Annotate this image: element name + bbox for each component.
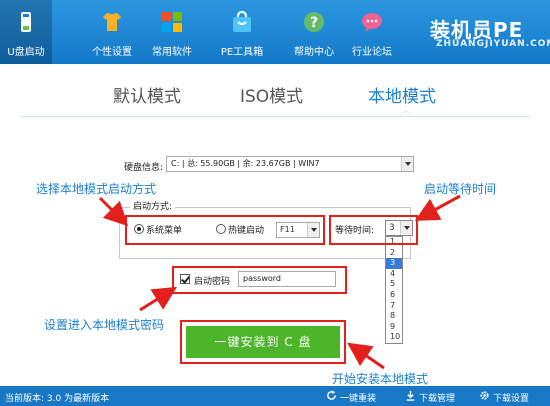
tab-iso-mode[interactable]: ISO模式 (240, 82, 303, 107)
disk-info-select[interactable]: C: | 总: 55.90GB | 余: 23.67GB | WIN7 (166, 156, 414, 172)
gear-icon (480, 391, 489, 400)
arrow-set-password (139, 286, 178, 312)
arrow-wait-time (414, 194, 461, 221)
highlight-boot-options (125, 215, 325, 245)
wait-option[interactable]: 6 (386, 290, 402, 301)
boot-mode-title: 启动方式: (130, 199, 176, 212)
highlight-install-button (180, 320, 346, 364)
mode-divider (20, 116, 530, 117)
tab-pe-toolbox[interactable]: PE工具箱 (216, 0, 268, 64)
windows-tiles-icon (162, 12, 182, 32)
tab-help-center[interactable]: ? 帮助中心 (288, 0, 340, 64)
usb-icon (21, 12, 31, 32)
tab-local-mode[interactable]: 本地模式 (368, 82, 436, 107)
wait-option[interactable]: 8 (386, 311, 402, 322)
wait-option[interactable]: 2 (386, 248, 402, 259)
status-bar: 当前版本: 3.0 为最新版本 一键重装 下载管理 下载设置 (0, 386, 550, 406)
arrow-start-install (347, 342, 385, 370)
highlight-wait-time (329, 215, 418, 245)
download-settings-link[interactable]: 下载设置 (493, 391, 529, 404)
shopping-bag-icon (233, 10, 251, 32)
wait-option[interactable]: 9 (386, 322, 402, 333)
tab-personal-settings[interactable]: 个性设置 (86, 0, 138, 64)
top-nav-bar: U盘启动 个性设置 常用软件 PE工具箱 ? 帮助中心 行业论坛 装机员PE Z… (0, 0, 550, 64)
annotation-set-password: 设置进入本地模式密码 (44, 318, 165, 332)
download-icon (406, 390, 415, 401)
annotation-choose-mode: 选择本地模式启动方式 (36, 182, 157, 196)
wait-time-dropdown: 1 2 3 4 5 6 7 8 9 10 (385, 236, 403, 344)
tab-forum[interactable]: 行业论坛 (346, 0, 398, 64)
svg-text:?: ? (310, 15, 318, 31)
download-manager-link[interactable]: 下载管理 (419, 391, 455, 404)
help-icon: ? (304, 12, 324, 32)
disk-info-label: 硬盘信息: (124, 163, 164, 173)
annotation-wait-time: 启动等待时间 (424, 182, 497, 196)
wait-option-selected[interactable]: 3 (386, 258, 402, 269)
version-status: 当前版本: 3.0 为最新版本 (5, 394, 110, 404)
tab-common-software[interactable]: 常用软件 (146, 0, 198, 64)
chat-icon (362, 13, 382, 32)
shirt-icon (103, 13, 121, 31)
tab-default-mode[interactable]: 默认模式 (113, 82, 181, 107)
wait-option[interactable]: 7 (386, 301, 402, 312)
annotation-start-install: 开始安装本地模式 (332, 372, 429, 386)
disk-info-value: C: | 总: 55.90GB | 余: 23.67GB | WIN7 (171, 159, 320, 168)
brand-url: ZHUANGJIYUAN.COM (436, 39, 550, 49)
tab-label: 行业论坛 (352, 47, 392, 58)
chevron-down-icon[interactable] (401, 157, 413, 171)
tab-label: 常用软件 (152, 47, 192, 58)
tab-label: PE工具箱 (220, 47, 264, 58)
tab-label: U盘启动 (7, 47, 45, 58)
wait-option[interactable]: 5 (386, 279, 402, 290)
wait-option[interactable]: 10 (386, 332, 402, 343)
tab-label: 个性设置 (92, 47, 132, 58)
tab-usb-boot[interactable]: U盘启动 (0, 0, 52, 64)
wait-option[interactable]: 4 (386, 269, 402, 280)
highlight-password (172, 266, 347, 294)
refresh-icon (327, 390, 336, 400)
tab-label: 帮助中心 (294, 47, 334, 58)
reinstall-link[interactable]: 一键重装 (340, 391, 376, 404)
active-mode-pointer (400, 110, 412, 116)
